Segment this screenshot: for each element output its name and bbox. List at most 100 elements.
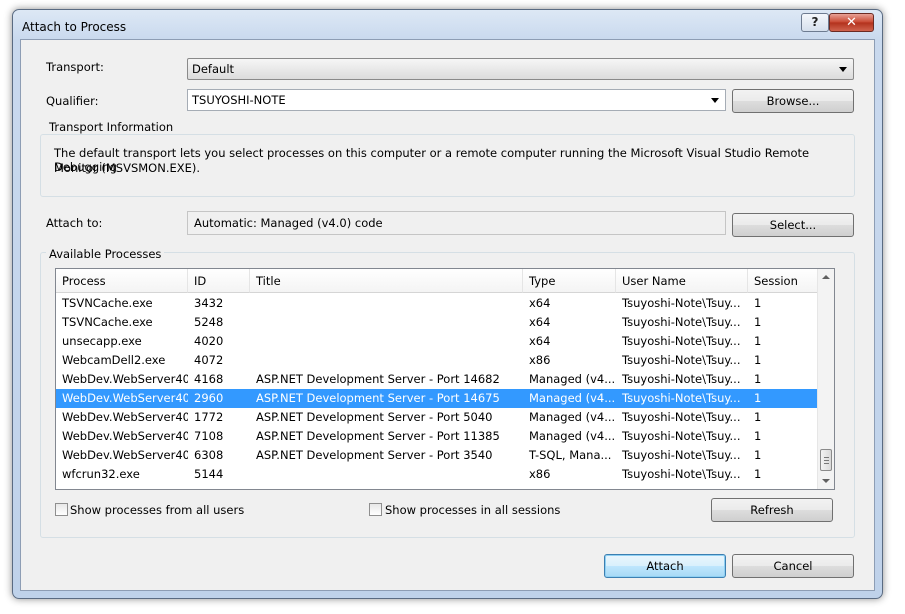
cell-user-name: Tsuyoshi-Note\Tsuy... <box>616 427 748 446</box>
show-all-sessions-checkbox[interactable] <box>369 503 382 516</box>
cell-process: WebDev.WebServer40... <box>56 427 188 446</box>
cell-id: 3432 <box>188 294 250 313</box>
cell-user-name: Tsuyoshi-Note\Tsuy... <box>616 408 748 427</box>
cell-type: Managed (v4.... <box>523 408 616 427</box>
cell-title: ASP.NET Development Server - Port 14682 <box>250 370 523 389</box>
window-title: Attach to Process <box>22 20 126 34</box>
cell-title <box>250 465 523 484</box>
cell-process: wfcrun32.exe <box>56 465 188 484</box>
column-header-session[interactable]: Session <box>748 269 818 293</box>
show-all-users-checkbox[interactable] <box>55 503 68 516</box>
transport-label: Transport: <box>46 60 104 74</box>
transport-dropdown[interactable]: Default <box>187 58 854 80</box>
cell-user-name: Tsuyoshi-Note\Tsuy... <box>616 370 748 389</box>
process-list[interactable]: Process ID Title Type User Name Session … <box>55 268 835 490</box>
cell-process: TSVNCache.exe <box>56 313 188 332</box>
cell-type: x64 <box>523 313 616 332</box>
table-row[interactable]: TSVNCache.exe3432 x64Tsuyoshi-Note\Tsuy..… <box>56 294 818 313</box>
cell-title: ASP.NET Development Server - Port 5040 <box>250 408 523 427</box>
cell-process: WebDev.WebServer40... <box>56 370 188 389</box>
grip-line <box>824 460 829 461</box>
cell-session: 1 <box>748 446 818 465</box>
scroll-up-arrow-icon[interactable] <box>822 275 830 279</box>
cell-id: 4020 <box>188 332 250 351</box>
cell-session: 1 <box>748 332 818 351</box>
help-button[interactable]: ? <box>801 13 829 32</box>
table-row[interactable]: wfcrun32.exe5144x86Tsuyoshi-Note\Tsuy...… <box>56 465 818 484</box>
cell-type: x64 <box>523 332 616 351</box>
show-all-sessions-label[interactable]: Show processes in all sessions <box>385 503 560 517</box>
table-row[interactable]: WebDev.WebServer40...4168ASP.NET Develop… <box>56 370 818 389</box>
cell-id: 6308 <box>188 446 250 465</box>
show-all-users-label[interactable]: Show processes from all users <box>70 503 244 517</box>
cell-id: 1772 <box>188 408 250 427</box>
cancel-button[interactable]: Cancel <box>732 554 854 578</box>
available-processes-title: Available Processes <box>46 247 164 261</box>
cell-type: x86 <box>523 351 616 370</box>
cell-session: 1 <box>748 389 818 408</box>
cell-title <box>250 294 523 313</box>
scrollbar-thumb[interactable] <box>820 449 832 471</box>
table-row[interactable]: TSVNCache.exe5248x64Tsuyoshi-Note\Tsuy..… <box>56 313 818 332</box>
cell-id: 7108 <box>188 427 250 446</box>
cell-process: WebDev.WebServer40... <box>56 408 188 427</box>
help-icon: ? <box>812 15 819 29</box>
transport-value: Default <box>192 62 234 76</box>
cell-title: ASP.NET Development Server - Port 11385 <box>250 427 523 446</box>
cell-user-name: Tsuyoshi-Note\Tsuy... <box>616 294 748 313</box>
qualifier-label: Qualifier: <box>46 94 99 108</box>
column-header-process[interactable]: Process <box>56 269 188 293</box>
table-row[interactable]: unsecapp.exe4020 x64Tsuyoshi-Note\Tsuy...… <box>56 332 818 351</box>
cell-process: TSVNCache.exe <box>56 294 188 313</box>
transport-info-text-line2: Monitor (MSVSMON.EXE). <box>54 161 200 175</box>
dialog-window: Attach to Process ? ✕ Transport: Default… <box>12 9 883 599</box>
scroll-down-arrow-icon[interactable] <box>822 479 830 483</box>
grip-line <box>824 463 829 464</box>
cell-process: WebcamDell2.exe <box>56 351 188 370</box>
qualifier-value: TSUYOSHI-NOTE <box>192 93 286 107</box>
cell-type: x64 <box>523 294 616 313</box>
browse-button[interactable]: Browse... <box>732 89 854 113</box>
cell-title: ASP.NET Development Server - Port 3540 <box>250 446 523 465</box>
table-row[interactable]: WebDev.WebServer40...7108ASP.NET Develop… <box>56 427 818 446</box>
attach-to-label: Attach to: <box>46 216 102 230</box>
attach-button[interactable]: Attach <box>604 554 726 578</box>
table-row[interactable]: WebDev.WebServer40...2960ASP.NET Develop… <box>56 389 818 408</box>
close-icon: ✕ <box>846 15 857 30</box>
cell-user-name: Tsuyoshi-Note\Tsuy... <box>616 351 748 370</box>
column-header-title[interactable]: Title <box>250 269 523 293</box>
process-list-scrollbar[interactable] <box>817 269 834 489</box>
column-header-type[interactable]: Type <box>523 269 616 293</box>
chevron-down-icon <box>839 67 847 72</box>
cell-type: T-SQL, Mana... <box>523 446 616 465</box>
close-button[interactable]: ✕ <box>829 13 874 32</box>
cell-user-name: Tsuyoshi-Note\Tsuy... <box>616 389 748 408</box>
cell-type: Managed (v4.... <box>523 389 616 408</box>
column-header-user-name[interactable]: User Name <box>616 269 748 293</box>
cell-user-name: Tsuyoshi-Note\Tsuy... <box>616 313 748 332</box>
chevron-down-icon[interactable] <box>711 98 719 103</box>
cell-user-name: Tsuyoshi-Note\Tsuy... <box>616 465 748 484</box>
cell-user-name: Tsuyoshi-Note\Tsuy... <box>616 332 748 351</box>
column-header-id[interactable]: ID <box>188 269 250 293</box>
cell-process: unsecapp.exe <box>56 332 188 351</box>
table-row[interactable]: WebDev.WebServer40...1772ASP.NET Develop… <box>56 408 818 427</box>
qualifier-combobox[interactable]: TSUYOSHI-NOTE <box>187 89 726 111</box>
table-row[interactable]: WebDev.WebServer40...6308ASP.NET Develop… <box>56 446 818 465</box>
cell-id: 2960 <box>188 389 250 408</box>
dialog-client-area: Transport: Default Qualifier: TSUYOSHI-N… <box>20 39 875 591</box>
cell-session: 1 <box>748 294 818 313</box>
cell-type: Managed (v4.... <box>523 427 616 446</box>
process-list-header: Process ID Title Type User Name Session <box>56 269 818 293</box>
refresh-button[interactable]: Refresh <box>711 498 833 522</box>
cell-type: Managed (v4.... <box>523 370 616 389</box>
cell-process: WebDev.WebServer40... <box>56 389 188 408</box>
cell-session: 1 <box>748 427 818 446</box>
cell-session: 1 <box>748 370 818 389</box>
cell-session: 1 <box>748 408 818 427</box>
table-row[interactable]: WebcamDell2.exe4072x86Tsuyoshi-Note\Tsuy… <box>56 351 818 370</box>
cell-title <box>250 313 523 332</box>
cell-session: 1 <box>748 313 818 332</box>
cell-id: 5144 <box>188 465 250 484</box>
select-code-type-button[interactable]: Select... <box>732 213 854 237</box>
